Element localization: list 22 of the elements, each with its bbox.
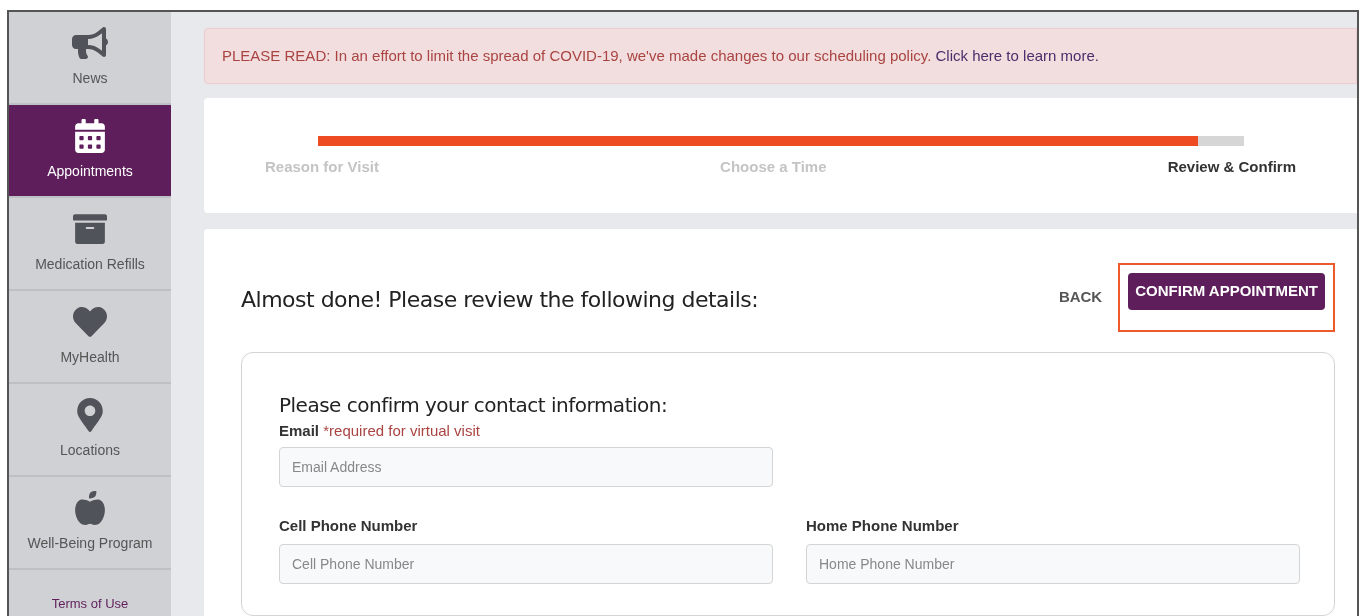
email-label: Email *required for virtual visit	[279, 420, 481, 441]
notice-text: PLEASE READ: In an effort to limit the spread of COVID-19, we've made changes to our scheduling policy. Click here to learn more.	[222, 45, 1099, 66]
phone-label: Home Phone Number	[806, 516, 960, 536]
heart-icon	[72, 305, 108, 339]
terms-link[interactable]: Terms of Use	[51, 594, 129, 614]
back-button[interactable]: BACK	[1050, 286, 1111, 309]
review-heading: Almost done! Please review the following details:	[241, 285, 759, 314]
sidebar-item[interactable]: Appointments	[9, 105, 171, 198]
confirm-appointment-button[interactable]: CONFIRM APPOINTMENT	[1128, 273, 1325, 310]
email-field[interactable]: Email Address	[279, 447, 773, 487]
step-label: Review & Confirm	[1167, 157, 1296, 177]
step-label: Choose a Time	[720, 157, 827, 177]
phone-field[interactable]: Cell Phone Number	[279, 543, 773, 584]
archive-box-icon	[72, 212, 108, 246]
step-label: Reason for Visit	[265, 157, 379, 177]
apple-icon	[72, 491, 108, 525]
phone-label: Cell Phone Number	[279, 516, 419, 536]
calendar-icon	[72, 119, 108, 153]
phone-field[interactable]: Home Phone Number	[806, 543, 1300, 584]
learn-more-link[interactable]: Click here to learn more.	[935, 46, 1099, 64]
megaphone-icon	[72, 26, 108, 60]
contact-heading: Please confirm your contact information:	[279, 392, 669, 418]
